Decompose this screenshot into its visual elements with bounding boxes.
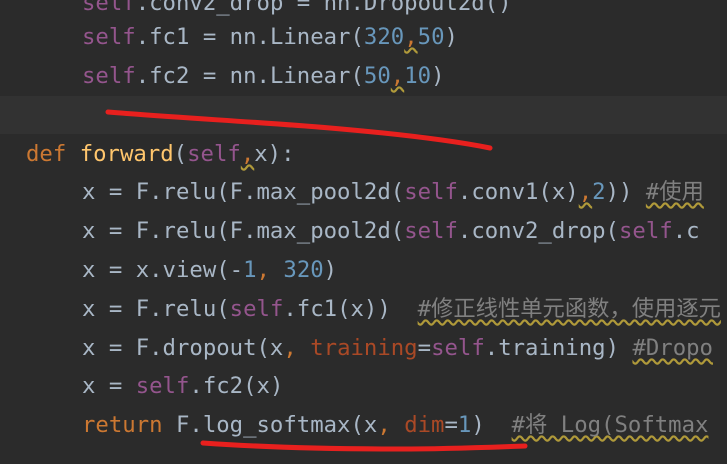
code-token: 50 bbox=[363, 63, 391, 89]
code-token: x = F.relu(F.max_pool2d( bbox=[82, 179, 405, 205]
code-line[interactable]: self.fc2 = nn.Linear(50,10) bbox=[0, 57, 727, 95]
code-token: #将 Log(Softmax bbox=[511, 412, 709, 438]
code-token: .training) bbox=[484, 335, 633, 361]
code-token: .fc1 = nn.Linear( bbox=[135, 24, 364, 50]
code-line[interactable]: x = F.relu(F.max_pool2d(self.conv1(x),2)… bbox=[0, 173, 727, 211]
code-token: x = F.dropout(x bbox=[82, 335, 284, 361]
code-token: self bbox=[404, 218, 458, 244]
code-line[interactable]: x = F.dropout(x, training=self.training)… bbox=[0, 329, 727, 367]
code-token: = bbox=[444, 412, 458, 438]
current-code-line[interactable] bbox=[0, 96, 727, 134]
code-token: x = F.relu(F.max_pool2d( bbox=[82, 218, 405, 244]
code-token: .conv1(x) bbox=[457, 179, 579, 205]
code-line[interactable]: x = x.view(-1, 320) bbox=[0, 251, 727, 289]
code-token: .conv2_drop = nn.Dropout2d() bbox=[135, 0, 512, 16]
code-token: .fc1(x)) bbox=[283, 296, 418, 322]
code-token: .fc2 = nn.Linear( bbox=[135, 63, 364, 89]
code-token: )) bbox=[605, 179, 646, 205]
code-token: ( bbox=[173, 141, 188, 167]
code-token: self bbox=[135, 373, 190, 399]
code-token: .c bbox=[672, 218, 700, 244]
code-token: self bbox=[431, 335, 485, 361]
code-token: 320 bbox=[363, 24, 405, 50]
code-token: , bbox=[404, 24, 418, 50]
code-token: F.log_softmax(x bbox=[175, 412, 378, 438]
code-line[interactable]: return F.log_softmax(x, dim=1) #将 Log(So… bbox=[0, 406, 727, 444]
code-line[interactable]: x = self.fc2(x) bbox=[0, 367, 727, 405]
code-token: self bbox=[82, 24, 136, 50]
code-token: .fc2(x) bbox=[189, 373, 284, 399]
code-token: x = F.relu( bbox=[82, 296, 230, 322]
code-line[interactable]: self.fc1 = nn.Linear(320,50) bbox=[0, 18, 727, 56]
code-token: ) bbox=[444, 24, 458, 50]
code-token: dim bbox=[404, 412, 445, 438]
code-token: x = bbox=[82, 373, 136, 399]
code-token: ) bbox=[471, 412, 512, 438]
code-token: , bbox=[256, 257, 284, 283]
code-token: self bbox=[618, 218, 673, 244]
code-token: self bbox=[187, 141, 241, 167]
code-token: training bbox=[310, 335, 418, 361]
code-token: 320 bbox=[283, 257, 324, 283]
code-token: self bbox=[229, 296, 284, 322]
code-token: ) bbox=[431, 63, 445, 89]
code-token: #Dropo bbox=[632, 335, 713, 361]
code-token: self bbox=[82, 63, 136, 89]
code-token: #使用 bbox=[645, 179, 704, 205]
code-token: , bbox=[390, 63, 405, 89]
code-token: x = x.view(- bbox=[82, 257, 244, 283]
code-token: = bbox=[417, 335, 432, 361]
code-token: 50 bbox=[417, 24, 445, 50]
code-editor[interactable]: self.conv2_drop = nn.Dropout2d() self.fc… bbox=[0, 0, 727, 464]
code-token: 1 bbox=[457, 412, 472, 438]
code-token: , bbox=[283, 335, 311, 361]
code-token: , bbox=[377, 412, 405, 438]
code-token: , bbox=[240, 141, 255, 167]
code-token: 2 bbox=[592, 179, 606, 205]
code-line[interactable]: x = F.relu(self.fc1(x)) #修正线性单元函数，使用逐元 bbox=[0, 290, 727, 328]
code-token: x): bbox=[254, 141, 295, 167]
code-line[interactable]: x = F.relu(F.max_pool2d(self.conv2_drop(… bbox=[0, 212, 727, 250]
code-token: self bbox=[404, 179, 458, 205]
code-token: def bbox=[26, 141, 80, 167]
code-line[interactable]: def forward(self,x): bbox=[0, 135, 727, 173]
code-token: #修正线性单元函数，使用逐元 bbox=[417, 296, 721, 322]
code-token: self bbox=[82, 0, 136, 16]
code-token: 1 bbox=[243, 257, 257, 283]
code-token: forward bbox=[79, 141, 174, 167]
code-token: .conv2_drop( bbox=[457, 218, 619, 244]
code-token: return bbox=[82, 412, 176, 438]
code-token: , bbox=[578, 179, 593, 205]
code-token: ) bbox=[323, 257, 338, 283]
code-token: 10 bbox=[404, 63, 432, 89]
